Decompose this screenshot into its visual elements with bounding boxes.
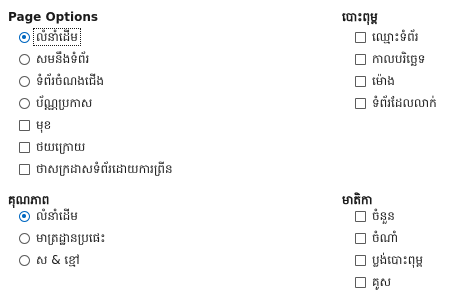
checkbox-indicator[interactable] xyxy=(355,276,366,288)
page-options-radio-fit[interactable]: សមនឹងទំព័រ xyxy=(19,50,89,68)
checkbox-label: គូស xyxy=(372,275,392,289)
checkbox-label: ចំណាំ xyxy=(372,231,399,245)
radio-label: មាត្រដ្ឋានប្រផេះ xyxy=(36,231,106,245)
checkbox-indicator[interactable] xyxy=(355,232,366,244)
radio-indicator[interactable] xyxy=(19,232,30,244)
page-options-radio-default[interactable]: លំនាំដើម xyxy=(19,28,81,46)
quality-radio-default[interactable]: លំនាំដើម xyxy=(19,207,78,225)
checkbox-label: ឈ្មោះទំព័រ xyxy=(372,30,419,44)
contents-check-drawing[interactable]: គូស xyxy=(355,273,391,291)
quality-radio-grayscale[interactable]: មាត្រដ្ឋានប្រផេះ xyxy=(19,229,106,247)
quality-title: គុណភាព xyxy=(8,193,50,207)
contents-check-count[interactable]: ចំនួន xyxy=(355,207,395,225)
checkbox-indicator[interactable] xyxy=(355,53,366,65)
include-check-date[interactable]: កាលបរិច្ឆេទ xyxy=(355,50,425,68)
checkbox-label: ថយក្រោយ xyxy=(36,140,86,154)
radio-label: សមនឹងទំព័រ xyxy=(36,52,90,66)
radio-indicator[interactable] xyxy=(19,75,30,87)
include-check-time[interactable]: ម៉ោង xyxy=(355,72,395,90)
checkbox-indicator[interactable] xyxy=(19,119,30,131)
contents-check-notes[interactable]: ចំណាំ xyxy=(355,229,398,247)
radio-indicator[interactable] xyxy=(19,210,30,222)
page-options-radio-poster[interactable]: ប័ណ្ណប្រកាស xyxy=(19,94,92,112)
checkbox-indicator[interactable] xyxy=(355,75,366,87)
radio-indicator[interactable] xyxy=(19,97,30,109)
include-check-hidden-pages[interactable]: ទំព័រដែលលាក់ xyxy=(355,94,437,112)
radio-indicator[interactable] xyxy=(19,31,30,43)
checkbox-indicator[interactable] xyxy=(355,254,366,266)
radio-label: លំនាំដើម xyxy=(33,28,81,46)
checkbox-indicator[interactable] xyxy=(355,210,366,222)
include-title: បោះពុម្ព xyxy=(342,10,378,24)
checkbox-label: ចំនួន xyxy=(372,209,395,223)
contents-title: មាតិកា xyxy=(342,193,373,207)
checkbox-indicator[interactable] xyxy=(19,163,30,175)
checkbox-indicator[interactable] xyxy=(355,31,366,43)
radio-indicator[interactable] xyxy=(19,53,30,65)
checkbox-indicator[interactable] xyxy=(355,97,366,109)
contents-check-print-layout[interactable]: ប្លង់បោះពុម្ព xyxy=(355,251,423,269)
radio-label: ទំព័រចំណងជើង xyxy=(36,74,104,88)
radio-label: លំនាំដើម xyxy=(36,209,78,223)
checkbox-label: ម៉ោង xyxy=(372,74,395,88)
quality-radio-black-white[interactable]: ស & ខ្មៅ xyxy=(19,251,80,269)
checkbox-indicator[interactable] xyxy=(19,141,30,153)
radio-label: ស & ខ្មៅ xyxy=(36,253,80,267)
checkbox-label: ទំព័រដែលលាក់ xyxy=(372,96,437,110)
checkbox-label: ថាសក្រដាសទំព័រដោយការព្រីន xyxy=(36,162,173,176)
radio-label: ប័ណ្ណប្រកាស xyxy=(36,96,93,110)
checkbox-label: ប្លង់បោះពុម្ព xyxy=(372,253,423,267)
radio-indicator[interactable] xyxy=(19,254,30,266)
include-check-page-name[interactable]: ឈ្មោះទំព័រ xyxy=(355,28,419,46)
checkbox-label: កាលបរិច្ឆេទ xyxy=(372,52,426,66)
page-options-check-front[interactable]: មុខ xyxy=(19,116,51,134)
checkbox-label: មុខ xyxy=(36,118,52,132)
page-options-check-back[interactable]: ថយក្រោយ xyxy=(19,138,85,156)
page-options-radio-title-page[interactable]: ទំព័រចំណងជើង xyxy=(19,72,104,90)
page-options-check-paper-tray[interactable]: ថាសក្រដាសទំព័រដោយការព្រីន xyxy=(19,160,173,178)
page-options-title: Page Options xyxy=(8,10,99,24)
